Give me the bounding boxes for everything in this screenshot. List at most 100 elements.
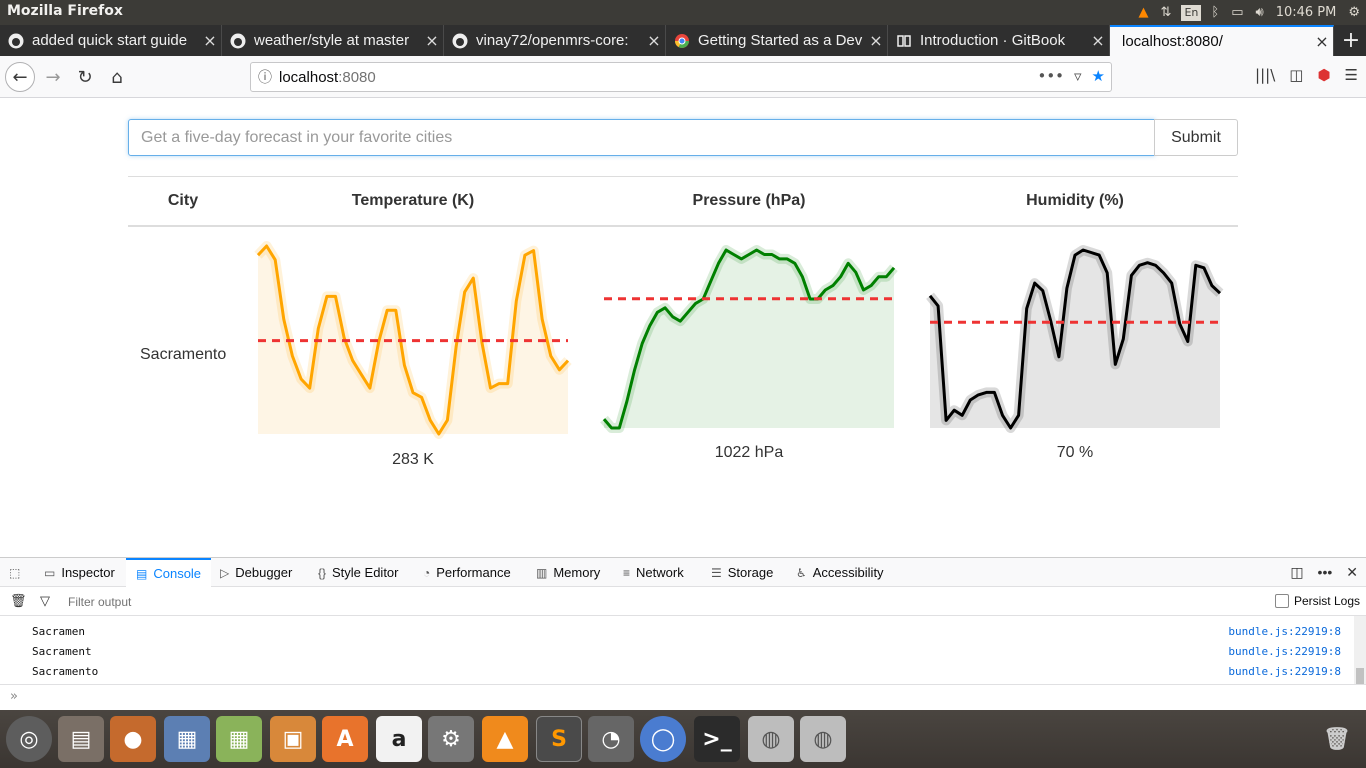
close-icon[interactable]: ×: [421, 31, 443, 50]
tab-performance[interactable]: ◔ Performance: [423, 558, 511, 587]
network-list-icon: ≡: [623, 565, 631, 580]
persist-logs-checkbox[interactable]: [1274, 594, 1289, 608]
close-devtools-icon[interactable]: ✕: [1346, 564, 1358, 581]
vlc-icon[interactable]: ▲: [482, 716, 528, 762]
arrow-left-icon: ←: [12, 66, 28, 88]
software-center-icon[interactable]: A: [322, 716, 368, 762]
settings-icon[interactable]: ⚙: [428, 716, 474, 762]
humidity-average: 70 %: [1056, 444, 1094, 461]
tab-console[interactable]: ▤ Console: [126, 558, 212, 587]
window-title: Mozilla Firefox: [7, 3, 123, 19]
console-icon: ▤: [136, 566, 148, 581]
tab-getting-started[interactable]: Getting Started as a Dev ×: [666, 25, 888, 56]
page-actions-icon[interactable]: •••: [1037, 67, 1064, 85]
bookmark-star-icon[interactable]: ★: [1092, 67, 1105, 85]
tab-storage[interactable]: ☰ Storage: [711, 558, 773, 587]
reload-icon: ↻: [77, 66, 93, 88]
volume-icon[interactable]: 🔊︎: [1249, 0, 1269, 25]
reload-button[interactable]: ↻: [70, 62, 100, 92]
temperature-average: 283 K: [392, 451, 434, 468]
amazon-icon[interactable]: a: [376, 716, 422, 762]
firefox-icon[interactable]: ●: [110, 716, 156, 762]
inspector-icon: ▭: [44, 565, 56, 580]
city-search-input[interactable]: [128, 119, 1155, 156]
log-row: Sacrament bundle.js:22919:8: [0, 642, 1354, 662]
tab-inspector[interactable]: ▭ Inspector: [44, 558, 115, 587]
close-icon[interactable]: ×: [1087, 31, 1109, 50]
tab-memory[interactable]: ▥ Memory: [536, 558, 600, 587]
filter-output-input[interactable]: Filter output: [68, 595, 131, 609]
home-icon: ⌂: [111, 66, 123, 88]
tab-label: vinay72/openmrs-core:: [476, 32, 629, 49]
picker-icon: ⬚: [9, 565, 21, 580]
dock-side-icon[interactable]: ◫: [1290, 564, 1303, 581]
sublime-icon[interactable]: S: [536, 716, 582, 762]
chromium-icon[interactable]: ◯: [640, 716, 686, 762]
tab-accessibility[interactable]: ♿︎ Accessibility: [796, 558, 884, 587]
spreadsheet-icon[interactable]: ▦: [216, 716, 262, 762]
menu-icon[interactable]: ☰: [1345, 66, 1358, 84]
tab-debugger[interactable]: ▷ Debugger: [220, 558, 292, 587]
clock[interactable]: 10:46 PM: [1270, 0, 1343, 25]
close-icon[interactable]: ×: [199, 31, 221, 50]
more-options-icon[interactable]: •••: [1318, 564, 1333, 581]
disk-usage-icon[interactable]: ◔: [588, 716, 634, 762]
drive-icon[interactable]: ◍: [748, 716, 794, 762]
pocket-icon[interactable]: ▿: [1074, 67, 1082, 85]
document-viewer-icon[interactable]: ▦: [164, 716, 210, 762]
navigation-bar: ← → ↻ ⌂ ⓘ localhost:8080 ••• ▿ ★ |||\ ◫ …: [0, 56, 1366, 98]
header-city: City: [167, 192, 199, 209]
submit-button[interactable]: Submit: [1154, 119, 1238, 156]
network-icon[interactable]: ⇅: [1155, 0, 1178, 25]
console-output: Sacramen bundle.js:22919:8 Sacrament bundl…: [0, 622, 1354, 682]
filter-icon: ▽: [40, 593, 50, 608]
bluetooth-icon[interactable]: ᛒ: [1205, 0, 1225, 25]
debugger-icon: ▷: [220, 565, 230, 580]
header-pressure: Pressure (hPa): [692, 192, 806, 209]
presentation-icon[interactable]: ▣: [270, 716, 316, 762]
tab-network[interactable]: ≡ Network: [623, 558, 684, 587]
console-input[interactable]: »: [0, 684, 1366, 711]
tab-localhost[interactable]: localhost:8080/ ×: [1110, 25, 1334, 56]
tab-style-editor[interactable]: {} Style Editor: [318, 558, 399, 587]
keyboard-layout-indicator[interactable]: En: [1181, 4, 1202, 21]
scrollbar-thumb[interactable]: [1356, 668, 1364, 684]
library-icon[interactable]: |||\: [1255, 66, 1275, 84]
files-icon[interactable]: ▤: [58, 716, 104, 762]
terminal-icon[interactable]: >_: [694, 716, 740, 762]
vlc-tray-icon[interactable]: ▲: [1133, 0, 1155, 25]
devtools-panel: ⬚ ▭ Inspector ▤ Console ▷ Debugger {} Style …: [0, 557, 1366, 710]
forward-button[interactable]: →: [38, 62, 68, 92]
url-bar[interactable]: ⓘ localhost:8080 ••• ▿ ★: [250, 62, 1112, 92]
tab-strip: added quick start guide × weather/style …: [0, 25, 1366, 56]
tab-weather-style[interactable]: weather/style at master ×: [222, 25, 444, 56]
tab-gitbook[interactable]: Introduction · GitBook ×: [888, 25, 1110, 56]
clear-console-icon[interactable]: 🗑︎: [10, 593, 27, 609]
new-tab-button[interactable]: +: [1336, 25, 1366, 56]
back-button[interactable]: ←: [5, 62, 35, 92]
power-icon[interactable]: ⚙: [1342, 0, 1366, 25]
ubuntu-dock: ◎ ▤ ● ▦ ▦ ▣ A a ⚙ ▲ S ◔ ◯ >_ ◍ ◍ 🗑︎: [0, 710, 1366, 768]
trash-icon[interactable]: 🗑︎: [1314, 716, 1360, 762]
pressure-average: 1022 hPa: [714, 444, 784, 461]
close-icon[interactable]: ×: [643, 31, 665, 50]
log-source-link[interactable]: bundle.js:22919:8: [1228, 622, 1341, 642]
info-icon[interactable]: ⓘ: [251, 67, 279, 87]
close-icon[interactable]: ×: [1311, 32, 1333, 51]
ubuntu-icon[interactable]: ◎: [6, 716, 52, 762]
extension-icon[interactable]: ⬢: [1317, 66, 1330, 84]
log-source-link[interactable]: bundle.js:22919:8: [1228, 662, 1341, 682]
log-source-link[interactable]: bundle.js:22919:8: [1228, 642, 1341, 662]
element-picker-button[interactable]: ⬚: [9, 558, 20, 587]
devtools-tab-bar: ⬚ ▭ Inspector ▤ Console ▷ Debugger {} Style …: [0, 558, 1366, 587]
tab-added-quick-start-guide[interactable]: added quick start guide ×: [0, 25, 222, 56]
close-icon[interactable]: ×: [865, 31, 887, 50]
sidebar-icon[interactable]: ◫: [1289, 66, 1303, 84]
table-header-border: [128, 225, 1238, 227]
console-scrollbar[interactable]: [1354, 616, 1366, 684]
tab-openmrs-core[interactable]: vinay72/openmrs-core: ×: [444, 25, 666, 56]
drive-icon[interactable]: ◍: [800, 716, 846, 762]
home-button[interactable]: ⌂: [102, 62, 132, 92]
persist-logs-toggle[interactable]: Persist Logs: [1274, 594, 1360, 608]
battery-icon[interactable]: ▭: [1225, 0, 1249, 25]
